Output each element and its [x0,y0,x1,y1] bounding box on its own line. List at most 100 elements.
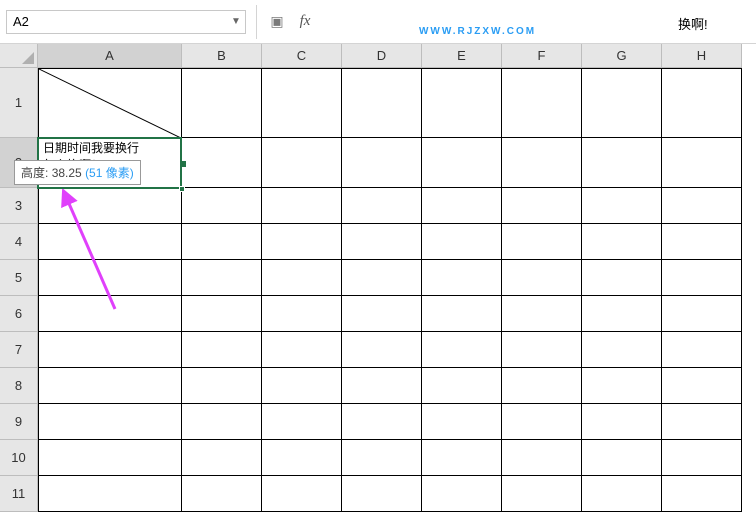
cell-F10[interactable] [502,440,582,476]
cell-A7[interactable] [38,332,182,368]
row-header-9[interactable]: 9 [0,404,38,440]
cell-G6[interactable] [582,296,662,332]
cell-F3[interactable] [502,188,582,224]
cell-B5[interactable] [182,260,262,296]
cell-H6[interactable] [662,296,742,332]
selection-handle-mid[interactable] [180,161,186,167]
cell-B6[interactable] [182,296,262,332]
cell-G11[interactable] [582,476,662,512]
fx-icon[interactable]: fx [295,12,315,32]
cell-C9[interactable] [262,404,342,440]
cell-F2[interactable] [502,138,582,188]
cell-C1[interactable] [262,68,342,138]
cell-E10[interactable] [422,440,502,476]
row-header-1[interactable]: 1 [0,68,38,138]
col-header-C[interactable]: C [262,44,342,68]
cell-G7[interactable] [582,332,662,368]
cell-G3[interactable] [582,188,662,224]
row-header-3[interactable]: 3 [0,188,38,224]
cell-E2[interactable] [422,138,502,188]
row-header-4[interactable]: 4 [0,224,38,260]
col-header-F[interactable]: F [502,44,582,68]
cell-C2[interactable] [262,138,342,188]
select-all-corner[interactable] [0,44,38,68]
cell-D9[interactable] [342,404,422,440]
cell-H1[interactable] [662,68,742,138]
cell-H4[interactable] [662,224,742,260]
row-header-6[interactable]: 6 [0,296,38,332]
cell-C4[interactable] [262,224,342,260]
cell-H9[interactable] [662,404,742,440]
cell-D2[interactable] [342,138,422,188]
cell-G4[interactable] [582,224,662,260]
cell-A5[interactable] [38,260,182,296]
cell-D10[interactable] [342,440,422,476]
row-header-11[interactable]: 11 [0,476,38,512]
cell-A10[interactable] [38,440,182,476]
col-header-B[interactable]: B [182,44,262,68]
col-header-A[interactable]: A [38,44,182,68]
cell-C8[interactable] [262,368,342,404]
cell-B1[interactable] [182,68,262,138]
cell-G9[interactable] [582,404,662,440]
row-header-7[interactable]: 7 [0,332,38,368]
cell-H7[interactable] [662,332,742,368]
cell-C11[interactable] [262,476,342,512]
cell-E11[interactable] [422,476,502,512]
cell-C6[interactable] [262,296,342,332]
cell-H11[interactable] [662,476,742,512]
cell-F5[interactable] [502,260,582,296]
cell-F11[interactable] [502,476,582,512]
cell-B11[interactable] [182,476,262,512]
cell-E7[interactable] [422,332,502,368]
cell-A11[interactable] [38,476,182,512]
cell-G8[interactable] [582,368,662,404]
cell-E6[interactable] [422,296,502,332]
cell-E5[interactable] [422,260,502,296]
cell-F8[interactable] [502,368,582,404]
cell-H8[interactable] [662,368,742,404]
cell-C10[interactable] [262,440,342,476]
cell-E1[interactable] [422,68,502,138]
cell-A9[interactable] [38,404,182,440]
cell-F6[interactable] [502,296,582,332]
cell-B2[interactable] [182,138,262,188]
cell-G10[interactable] [582,440,662,476]
col-header-D[interactable]: D [342,44,422,68]
cell-D11[interactable] [342,476,422,512]
row-header-10[interactable]: 10 [0,440,38,476]
cell-D8[interactable] [342,368,422,404]
cell-B3[interactable] [182,188,262,224]
row-header-5[interactable]: 5 [0,260,38,296]
cell-A3[interactable] [38,188,182,224]
cell-C7[interactable] [262,332,342,368]
cell-E8[interactable] [422,368,502,404]
col-header-H[interactable]: H [662,44,742,68]
cell-G5[interactable] [582,260,662,296]
row-header-8[interactable]: 8 [0,368,38,404]
cell-B8[interactable] [182,368,262,404]
formula-expand-icon[interactable]: ▣ [267,12,287,32]
name-box-input[interactable] [7,11,227,33]
cell-B4[interactable] [182,224,262,260]
cell-H10[interactable] [662,440,742,476]
cell-C3[interactable] [262,188,342,224]
col-header-G[interactable]: G [582,44,662,68]
cell-H3[interactable] [662,188,742,224]
cell-F4[interactable] [502,224,582,260]
cell-B9[interactable] [182,404,262,440]
cell-D1[interactable] [342,68,422,138]
cell-G2[interactable] [582,138,662,188]
cell-E3[interactable] [422,188,502,224]
cell-H5[interactable] [662,260,742,296]
cell-D5[interactable] [342,260,422,296]
cell-C5[interactable] [262,260,342,296]
cell-E9[interactable] [422,404,502,440]
cell-F9[interactable] [502,404,582,440]
cell-E4[interactable] [422,224,502,260]
cell-D7[interactable] [342,332,422,368]
cell-D3[interactable] [342,188,422,224]
cell-D6[interactable] [342,296,422,332]
cell-B7[interactable] [182,332,262,368]
cell-B10[interactable] [182,440,262,476]
